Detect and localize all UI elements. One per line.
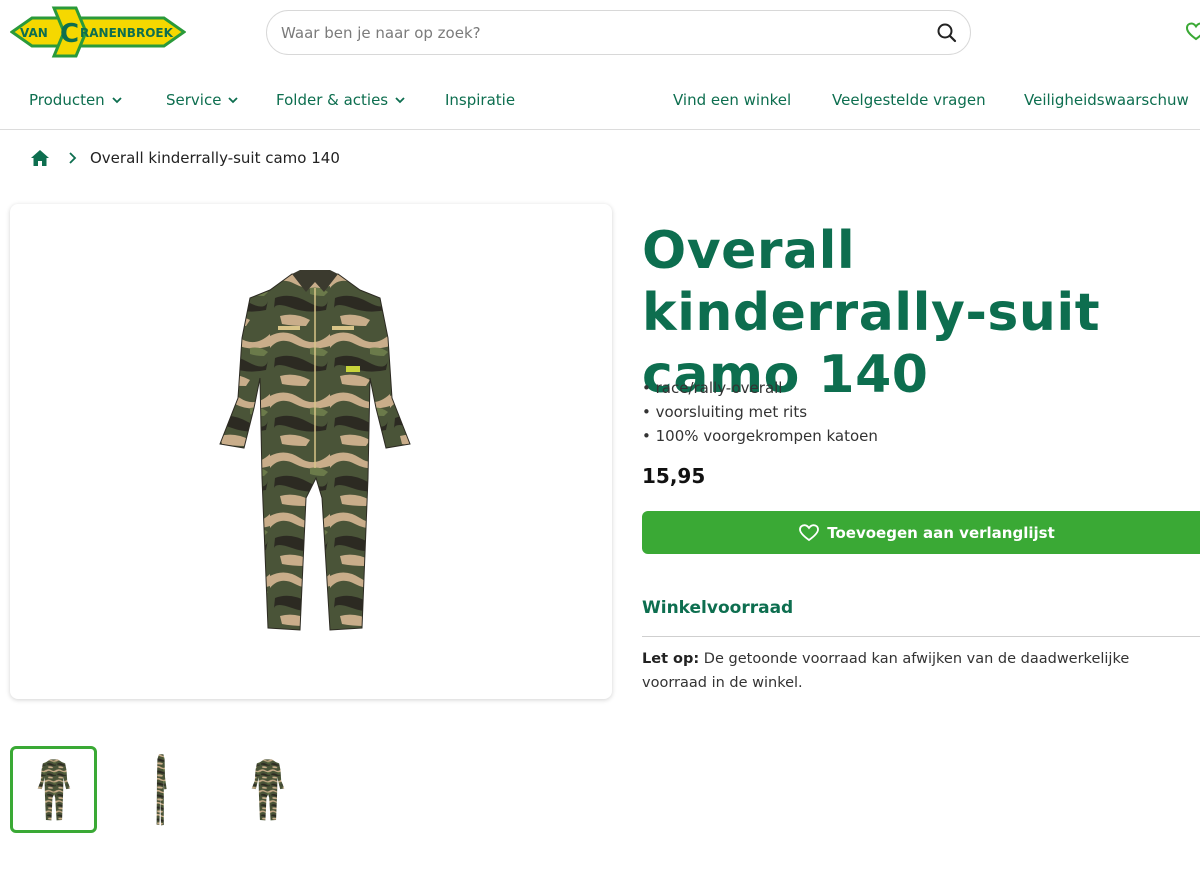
thumbnail-strip xyxy=(10,746,331,833)
nav-item-label: Vind een winkel xyxy=(673,91,792,109)
nav-item-folder-acties[interactable]: Folder & acties xyxy=(276,91,406,109)
heart-icon xyxy=(799,523,820,541)
search-input[interactable] xyxy=(281,11,921,54)
overall-thumbnail-image xyxy=(156,753,167,825)
chevron-down-icon xyxy=(228,97,239,104)
chevron-down-icon xyxy=(395,97,405,104)
search-bar xyxy=(266,10,971,55)
stock-divider xyxy=(642,636,1200,637)
wishlist-heart-icon[interactable] xyxy=(1185,22,1200,42)
breadcrumb-current: Overall kinderrally-suit camo 140 xyxy=(90,149,340,167)
home-icon[interactable] xyxy=(30,148,50,168)
search-icon[interactable] xyxy=(936,22,958,44)
nav-item-veiligheidswaarschuwingen[interactable]: Veiligheidswaarschuw xyxy=(1024,91,1189,109)
nav-item-label: Folder & acties xyxy=(276,91,389,109)
svg-text:VAN: VAN xyxy=(20,26,48,40)
overall-thumbnail-image xyxy=(37,758,70,820)
logo-graphic: VAN C RANENBROEK xyxy=(9,6,187,58)
product-features: • race/rally-overall • voorsluiting met … xyxy=(642,376,878,448)
wishlist-button-label: Toevoegen aan verlanglijst xyxy=(827,523,1055,542)
nav-item-label: Producten xyxy=(29,91,105,109)
thumbnail-front[interactable] xyxy=(10,746,97,833)
add-to-wishlist-button[interactable]: Toevoegen aan verlanglijst xyxy=(642,511,1200,554)
stock-note: Let op: De getoonde voorraad kan afwijke… xyxy=(642,647,1182,695)
chevron-right-icon xyxy=(69,152,77,164)
feature-item: • 100% voorgekrompen katoen xyxy=(642,427,878,445)
note-label: Let op: xyxy=(642,651,700,667)
nav-item-vind-een-winkel[interactable]: Vind een winkel xyxy=(673,91,791,109)
main-navigation: Producten Service Folder & acties Inspir… xyxy=(0,78,1200,130)
feature-item: • race/rally-overall xyxy=(642,379,783,397)
thumbnail-side[interactable] xyxy=(117,746,204,833)
chevron-down-icon xyxy=(112,97,122,104)
breadcrumb: Overall kinderrally-suit camo 140 xyxy=(30,148,340,168)
nav-item-label: Veelgestelde vragen xyxy=(832,91,986,109)
svg-text:C: C xyxy=(60,19,79,49)
nav-item-veelgestelde-vragen[interactable]: Veelgestelde vragen xyxy=(832,91,986,109)
nav-item-label: Inspiratie xyxy=(445,91,516,109)
svg-text:RANENBROEK: RANENBROEK xyxy=(80,26,174,40)
thumbnail-back[interactable] xyxy=(224,746,311,833)
nav-item-inspiratie[interactable]: Inspiratie xyxy=(445,91,515,109)
nav-item-label: Veiligheidswaarschuw xyxy=(1024,91,1189,109)
nav-item-service[interactable]: Service xyxy=(166,91,239,109)
overall-camo-image xyxy=(219,270,411,631)
nav-item-label: Service xyxy=(166,91,222,109)
overall-thumbnail-image xyxy=(251,758,284,820)
product-price: 15,95 xyxy=(642,464,706,488)
site-logo[interactable]: VAN C RANENBROEK xyxy=(9,6,187,58)
nav-item-producten[interactable]: Producten xyxy=(29,91,123,109)
product-main-image[interactable] xyxy=(10,204,612,699)
note-text: De getoonde voorraad kan afwijken van de… xyxy=(642,651,1130,691)
store-stock-heading: Winkelvoorraad xyxy=(642,598,794,618)
feature-item: • voorsluiting met rits xyxy=(642,403,808,421)
